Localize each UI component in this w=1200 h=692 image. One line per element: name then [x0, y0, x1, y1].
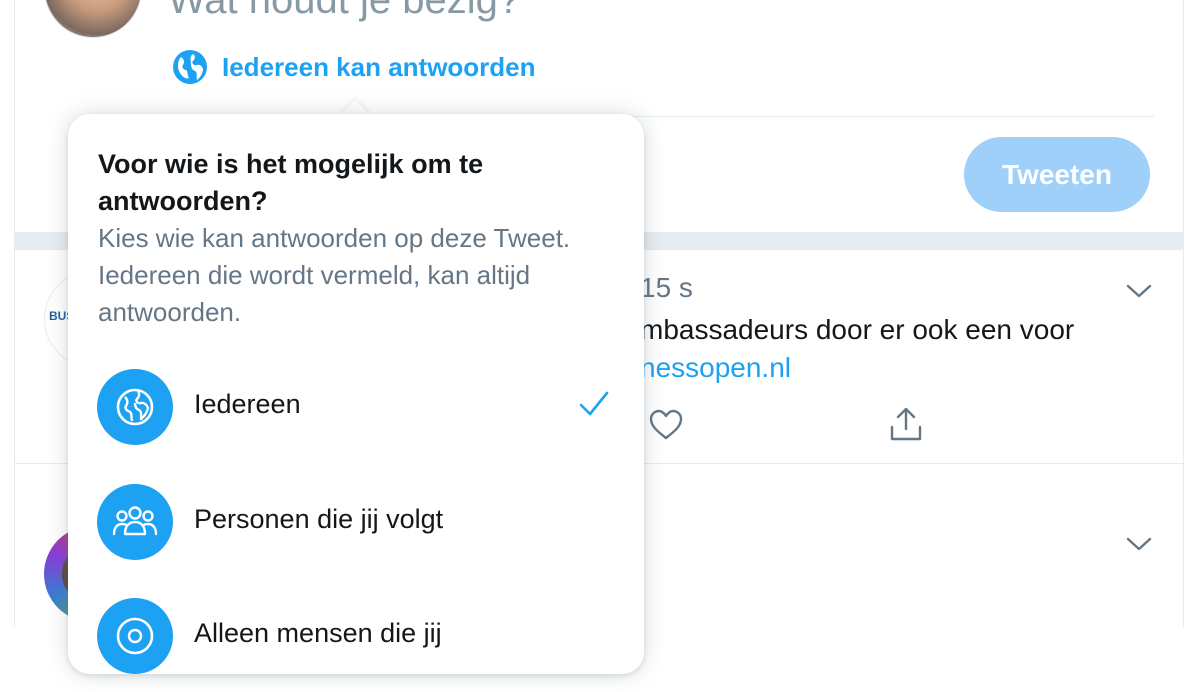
option-icon-wrap [97, 484, 173, 560]
page-border-left [14, 0, 15, 627]
reply-setting-button[interactable]: Iedereen kan antwoorden [172, 47, 536, 87]
page-border-right [1183, 0, 1184, 627]
chevron-down-icon-2[interactable] [1124, 534, 1154, 554]
checkmark-icon [579, 391, 609, 416]
option-icon-wrap [97, 598, 173, 674]
option-label: Personen die jij volgt [194, 504, 444, 534]
tweet-text: mbassadeurs door er ook een voor [640, 314, 1075, 345]
option-label: Iedereen [194, 389, 301, 419]
popover-description: Kies wie kan antwoorden op deze Tweet. I… [98, 223, 571, 327]
reply-settings-popover: Voor wie is het mogelijk om te antwoorde… [68, 114, 644, 674]
option-icon-wrap [97, 369, 173, 445]
chevron-down-icon[interactable] [1124, 281, 1154, 301]
popover-title: Voor wie is het mogelijk om te antwoorde… [98, 149, 484, 216]
user-avatar[interactable] [44, 0, 142, 38]
tweet-link[interactable]: nessopen.nl [640, 352, 791, 384]
tweet-timestamp[interactable]: 15 s [640, 272, 693, 304]
share-icon[interactable] [888, 405, 924, 443]
heart-icon[interactable] [648, 407, 684, 443]
reply-setting-label: Iedereen kan antwoorden [222, 51, 536, 82]
globe-icon [173, 50, 207, 84]
option-everyone[interactable]: Iedereen [68, 353, 644, 463]
option-people-you-follow[interactable]: Personen die jij volgt [68, 468, 644, 578]
globe-icon [116, 388, 154, 426]
tweet-button[interactable]: Tweeten [964, 137, 1150, 212]
option-label: Alleen mensen die jij [194, 618, 442, 648]
people-icon [112, 506, 158, 536]
at-icon [116, 617, 154, 655]
option-mentioned-only[interactable]: Alleen mensen die jij [68, 582, 644, 692]
composer-placeholder[interactable]: Wat houdt je bezig? [168, 0, 520, 23]
